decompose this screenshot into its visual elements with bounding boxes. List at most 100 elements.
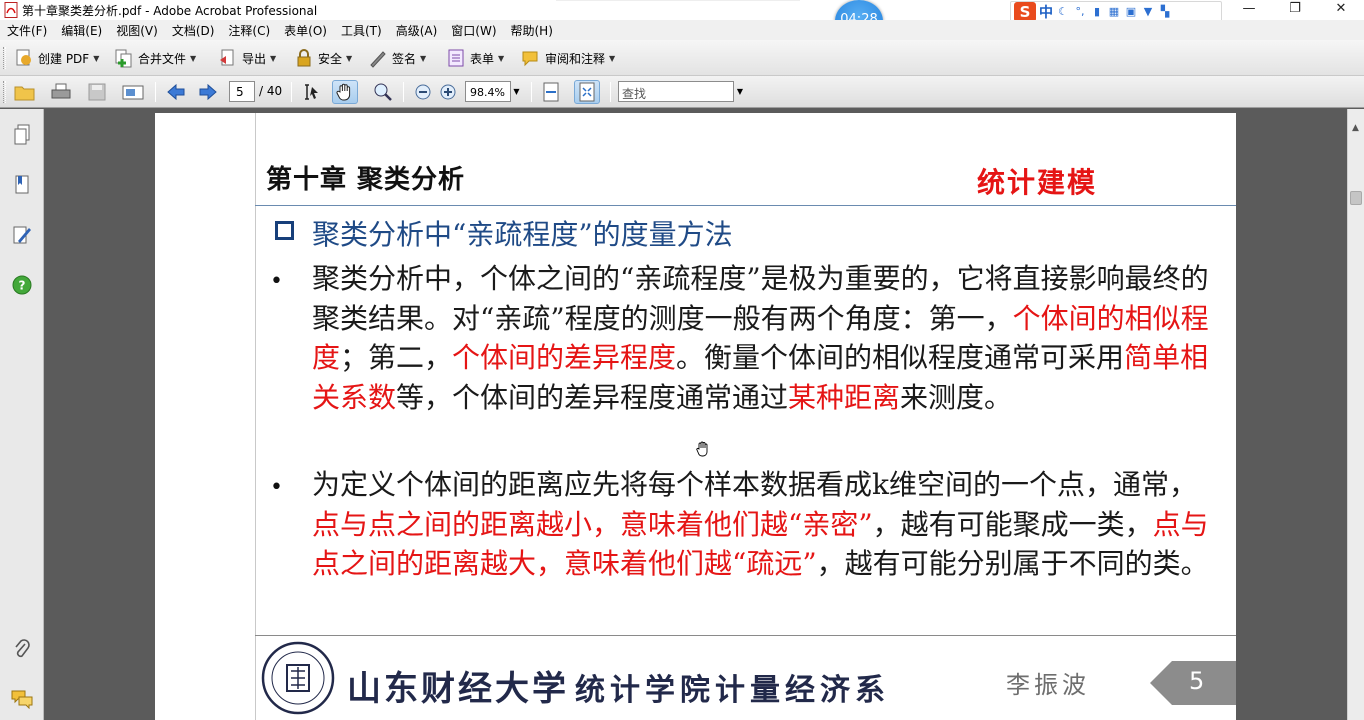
university-name: 山东财经大学 bbox=[347, 669, 569, 709]
menu-comments[interactable]: 注释(C) bbox=[221, 22, 277, 39]
section-square-icon bbox=[275, 221, 294, 240]
hand-tool-button[interactable] bbox=[332, 80, 358, 104]
zoom-tool-button[interactable] bbox=[370, 80, 396, 104]
email-button[interactable] bbox=[120, 80, 146, 104]
navigation-panel: ? bbox=[0, 109, 44, 720]
help-button[interactable]: ? bbox=[10, 273, 34, 297]
scrollbar-thumb[interactable] bbox=[1350, 191, 1362, 205]
bookmarks-panel-button[interactable] bbox=[10, 173, 34, 197]
author-name: 李振波 bbox=[1006, 671, 1090, 699]
skin-icon[interactable]: ▼ bbox=[1141, 5, 1155, 19]
punctuation-icon[interactable]: °, bbox=[1073, 5, 1087, 19]
toolbox-icon[interactable]: ▣ bbox=[1124, 5, 1138, 19]
save-disk-icon bbox=[88, 83, 106, 101]
moon-icon[interactable]: ☾ bbox=[1056, 5, 1070, 19]
chevron-down-icon: ▼ bbox=[498, 53, 505, 63]
svg-text:?: ? bbox=[19, 279, 26, 293]
page-number-input[interactable]: 5 bbox=[229, 81, 255, 102]
menu-help[interactable]: 帮助(H) bbox=[504, 22, 560, 39]
fit-page-button[interactable] bbox=[574, 80, 600, 104]
previous-page-button[interactable] bbox=[163, 80, 189, 104]
menu-forms[interactable]: 表单(O) bbox=[277, 22, 334, 39]
signatures-panel-button[interactable] bbox=[10, 223, 34, 247]
restore-button[interactable]: ❐ bbox=[1272, 0, 1318, 20]
menu-file[interactable]: 文件(F) bbox=[0, 22, 54, 39]
header-divider bbox=[255, 205, 1236, 206]
pages-icon bbox=[14, 124, 30, 145]
toolbar-separator bbox=[610, 82, 611, 102]
chevron-down-icon: ▼ bbox=[420, 53, 427, 63]
text-cursor-icon bbox=[305, 84, 318, 100]
hand-cursor-icon bbox=[696, 441, 708, 457]
select-text-tool-button[interactable] bbox=[298, 80, 324, 104]
forms-label: 表单 bbox=[470, 51, 495, 66]
zoom-out-button[interactable] bbox=[410, 80, 436, 104]
minimize-button[interactable]: — bbox=[1226, 0, 1272, 20]
security-button[interactable]: 安全 ▼ bbox=[294, 46, 352, 70]
toolbar-grip[interactable] bbox=[3, 81, 6, 103]
arrow-left-icon bbox=[167, 83, 185, 101]
find-dropdown-chevron-down-icon[interactable]: ▼ bbox=[735, 81, 745, 102]
course-tag: 统计建模 bbox=[977, 166, 1098, 199]
menu-document[interactable]: 文档(D) bbox=[165, 22, 222, 39]
keyboard-icon[interactable]: ▦ bbox=[1107, 5, 1121, 19]
vertical-scrollbar[interactable]: ▲ bbox=[1347, 109, 1364, 720]
chevron-down-icon: ▼ bbox=[190, 53, 197, 63]
save-button[interactable] bbox=[84, 80, 110, 104]
create-pdf-label: 创建 PDF bbox=[38, 51, 90, 66]
scroll-up-chevron-icon[interactable]: ▲ bbox=[1352, 123, 1359, 133]
menu-advanced[interactable]: 高级(A) bbox=[389, 22, 445, 39]
next-page-button[interactable] bbox=[195, 80, 221, 104]
para1-text-4: 等，个体间的差异程度通常通过 bbox=[396, 380, 789, 414]
title-bar: 第十章聚类差分析.pdf - Adobe Acrobat Professiona… bbox=[0, 0, 1364, 23]
attachments-panel-button[interactable] bbox=[10, 637, 34, 661]
menu-view[interactable]: 视图(V) bbox=[109, 22, 165, 39]
footer-divider bbox=[255, 635, 1236, 636]
para2-text-2: ，越有可能聚成一类， bbox=[872, 507, 1153, 541]
print-button[interactable] bbox=[48, 80, 74, 104]
paperclip-icon bbox=[15, 639, 30, 658]
security-label: 安全 bbox=[318, 51, 343, 66]
zoom-in-button[interactable] bbox=[435, 80, 461, 104]
menu-bar: 文件(F) 编辑(E) 视图(V) 文档(D) 注释(C) 表单(O) 工具(T… bbox=[0, 20, 1364, 40]
pages-panel-button[interactable] bbox=[10, 123, 34, 147]
comments-bubble-icon bbox=[11, 690, 33, 709]
comments-panel-button[interactable] bbox=[10, 687, 34, 711]
sign-button[interactable]: 签名 ▼ bbox=[368, 46, 426, 70]
microphone-icon[interactable]: ▮ bbox=[1090, 5, 1104, 19]
forms-button[interactable]: 表单 ▼ bbox=[446, 46, 504, 70]
fit-width-button[interactable] bbox=[538, 80, 564, 104]
combine-files-button[interactable]: 合并文件 ▼ bbox=[114, 46, 196, 70]
toolbar-grip[interactable] bbox=[3, 47, 6, 69]
ime-lang-toggle[interactable]: 中 bbox=[1039, 2, 1053, 22]
bullet-icon: • bbox=[270, 269, 283, 294]
navigation-toolbar: 5 / 40 98.4% ▼ 查找 ▼ bbox=[0, 76, 1364, 108]
paragraph-2: 为定义个体间的距离应先将每个样本数据看成k维空间的一个点，通常， 点与点之间的距离… bbox=[312, 465, 1212, 584]
export-icon bbox=[220, 49, 234, 66]
tasks-toolbar: 创建 PDF ▼ 合并文件 ▼ 导出 ▼ 安全 ▼ 签名 ▼ 表单 ▼ 审阅和注释 ▼ bbox=[0, 40, 1364, 76]
menu-edit[interactable]: 编辑(E) bbox=[54, 22, 109, 39]
menu-window[interactable]: 窗口(W) bbox=[444, 22, 503, 39]
export-button[interactable]: 导出 ▼ bbox=[218, 46, 276, 70]
window-title: 第十章聚类差分析.pdf - Adobe Acrobat Professiona… bbox=[22, 4, 318, 18]
folder-open-icon bbox=[14, 86, 35, 101]
chapter-title: 第十章 聚类分析 bbox=[266, 165, 466, 195]
sogou-logo-icon[interactable]: S bbox=[1014, 2, 1036, 22]
acrobat-window: 第十章聚类差分析.pdf - Adobe Acrobat Professiona… bbox=[0, 0, 1364, 720]
chevron-down-icon: ▼ bbox=[270, 53, 277, 63]
open-file-button[interactable] bbox=[12, 80, 38, 104]
toolbar-separator bbox=[403, 82, 404, 102]
menu-tools[interactable]: 工具(T) bbox=[334, 22, 389, 39]
create-pdf-button[interactable]: 创建 PDF ▼ bbox=[14, 46, 99, 70]
chevron-down-icon: ▼ bbox=[346, 53, 353, 63]
grid-menu-icon[interactable]: ▚ bbox=[1158, 5, 1172, 19]
zoom-level-input[interactable]: 98.4% bbox=[465, 81, 511, 102]
review-comment-button[interactable]: 审阅和注释 ▼ bbox=[521, 46, 615, 70]
close-button[interactable]: ✕ bbox=[1318, 0, 1364, 20]
magnifier-icon bbox=[374, 83, 392, 101]
para1-text-2: ；第二， bbox=[340, 341, 453, 374]
zoom-dropdown-chevron-down-icon[interactable]: ▼ bbox=[511, 81, 522, 102]
find-input[interactable]: 查找 bbox=[618, 81, 734, 102]
department-name: 统计学院计量经济系 bbox=[575, 673, 890, 708]
para1-highlight-2: 个体间的差异程度 bbox=[452, 341, 677, 374]
